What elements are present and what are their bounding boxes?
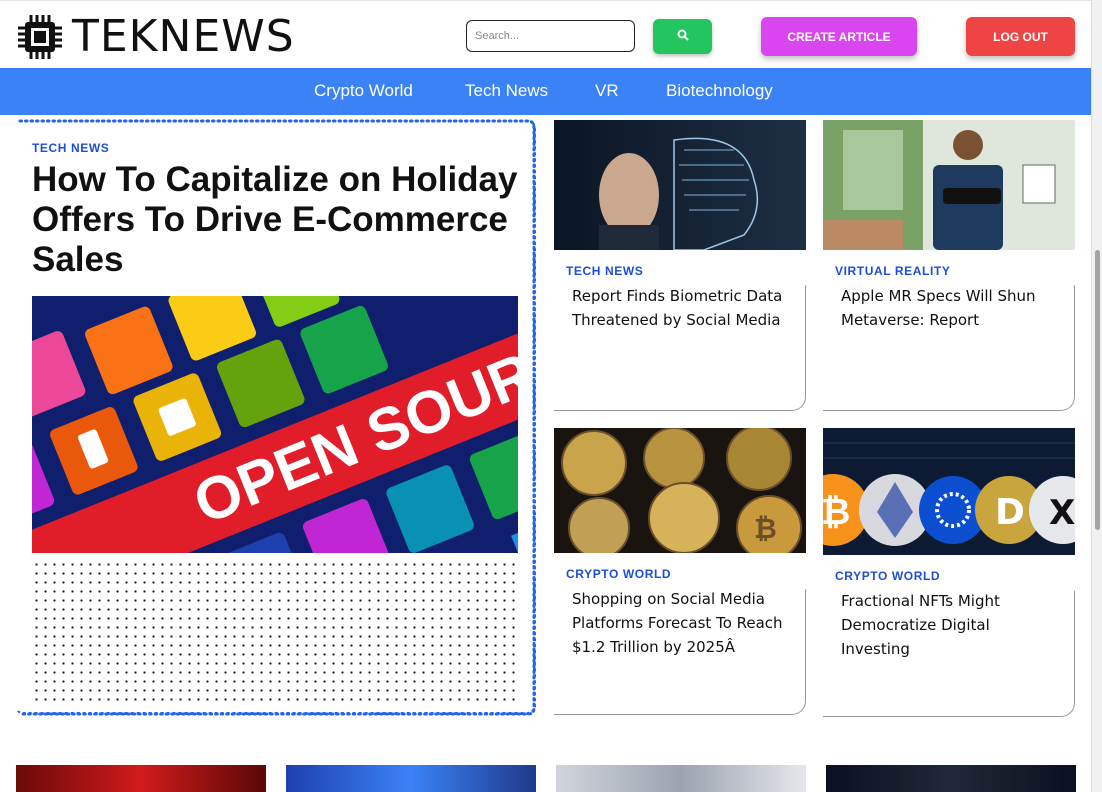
nav-item-tech-news[interactable]: Tech News <box>465 81 548 101</box>
site-header: TEKNEWS CREATE ARTICLE LOG OUT <box>0 0 1091 69</box>
nav-item-vr[interactable]: VR <box>595 81 619 101</box>
nav-item-crypto-world[interactable]: Crypto World <box>314 81 413 101</box>
card-2-title[interactable]: Apple MR Specs Will Shun Metaverse: Repo… <box>841 284 1061 332</box>
card-2-category[interactable]: VIRTUAL REALITY <box>835 264 950 278</box>
card-image-apple-mr[interactable] <box>823 120 1075 250</box>
card-3-title[interactable]: Shopping on Social Media Platforms Forec… <box>572 587 792 659</box>
logout-button[interactable]: LOG OUT <box>966 17 1075 56</box>
nav-item-biotechnology[interactable]: Biotechnology <box>666 81 773 101</box>
search-button[interactable] <box>653 19 712 54</box>
card-image-crypto-coins[interactable]: ₿ <box>554 428 806 553</box>
bottom-card-image-1[interactable] <box>16 765 266 792</box>
card-4-title[interactable]: Fractional NFTs Might Democratize Digita… <box>841 589 1061 661</box>
card-3-category[interactable]: CRYPTO WORLD <box>566 567 671 581</box>
search-icon <box>677 29 689 44</box>
svg-text:₿: ₿ <box>823 492 850 533</box>
page-scrollbar[interactable] <box>1091 0 1102 792</box>
featured-image[interactable]: OPEN SOURCE <box>32 296 518 553</box>
featured-category[interactable]: TECH NEWS <box>32 141 109 155</box>
card-image-nft-coins[interactable]: ₿ D X <box>823 428 1075 555</box>
card-1-category[interactable]: TECH NEWS <box>566 264 643 278</box>
create-article-button[interactable]: CREATE ARTICLE <box>761 17 917 56</box>
card-1-title[interactable]: Report Finds Biometric Data Threatened b… <box>572 284 792 332</box>
scrollbar-thumb[interactable] <box>1095 250 1100 530</box>
card-4-category[interactable]: CRYPTO WORLD <box>835 569 940 583</box>
chip-icon <box>16 13 64 61</box>
svg-text:D: D <box>995 492 1025 533</box>
svg-text:X: X <box>1049 493 1075 533</box>
brand-name: TEKNEWS <box>72 11 295 62</box>
svg-text:₿: ₿ <box>754 512 777 545</box>
search-input[interactable] <box>466 20 635 52</box>
card-image-biometric[interactable] <box>554 120 806 250</box>
main-nav: Crypto World Tech News VR Biotechnology <box>0 68 1091 115</box>
bottom-card-image-2[interactable] <box>286 765 536 792</box>
bottom-card-image-4[interactable] <box>826 765 1076 792</box>
site-logo[interactable]: TEKNEWS <box>16 13 295 61</box>
decorative-dot-pattern <box>32 560 518 705</box>
featured-title[interactable]: How To Capitalize on Holiday Offers To D… <box>32 160 522 280</box>
bottom-card-image-3[interactable] <box>556 765 806 792</box>
